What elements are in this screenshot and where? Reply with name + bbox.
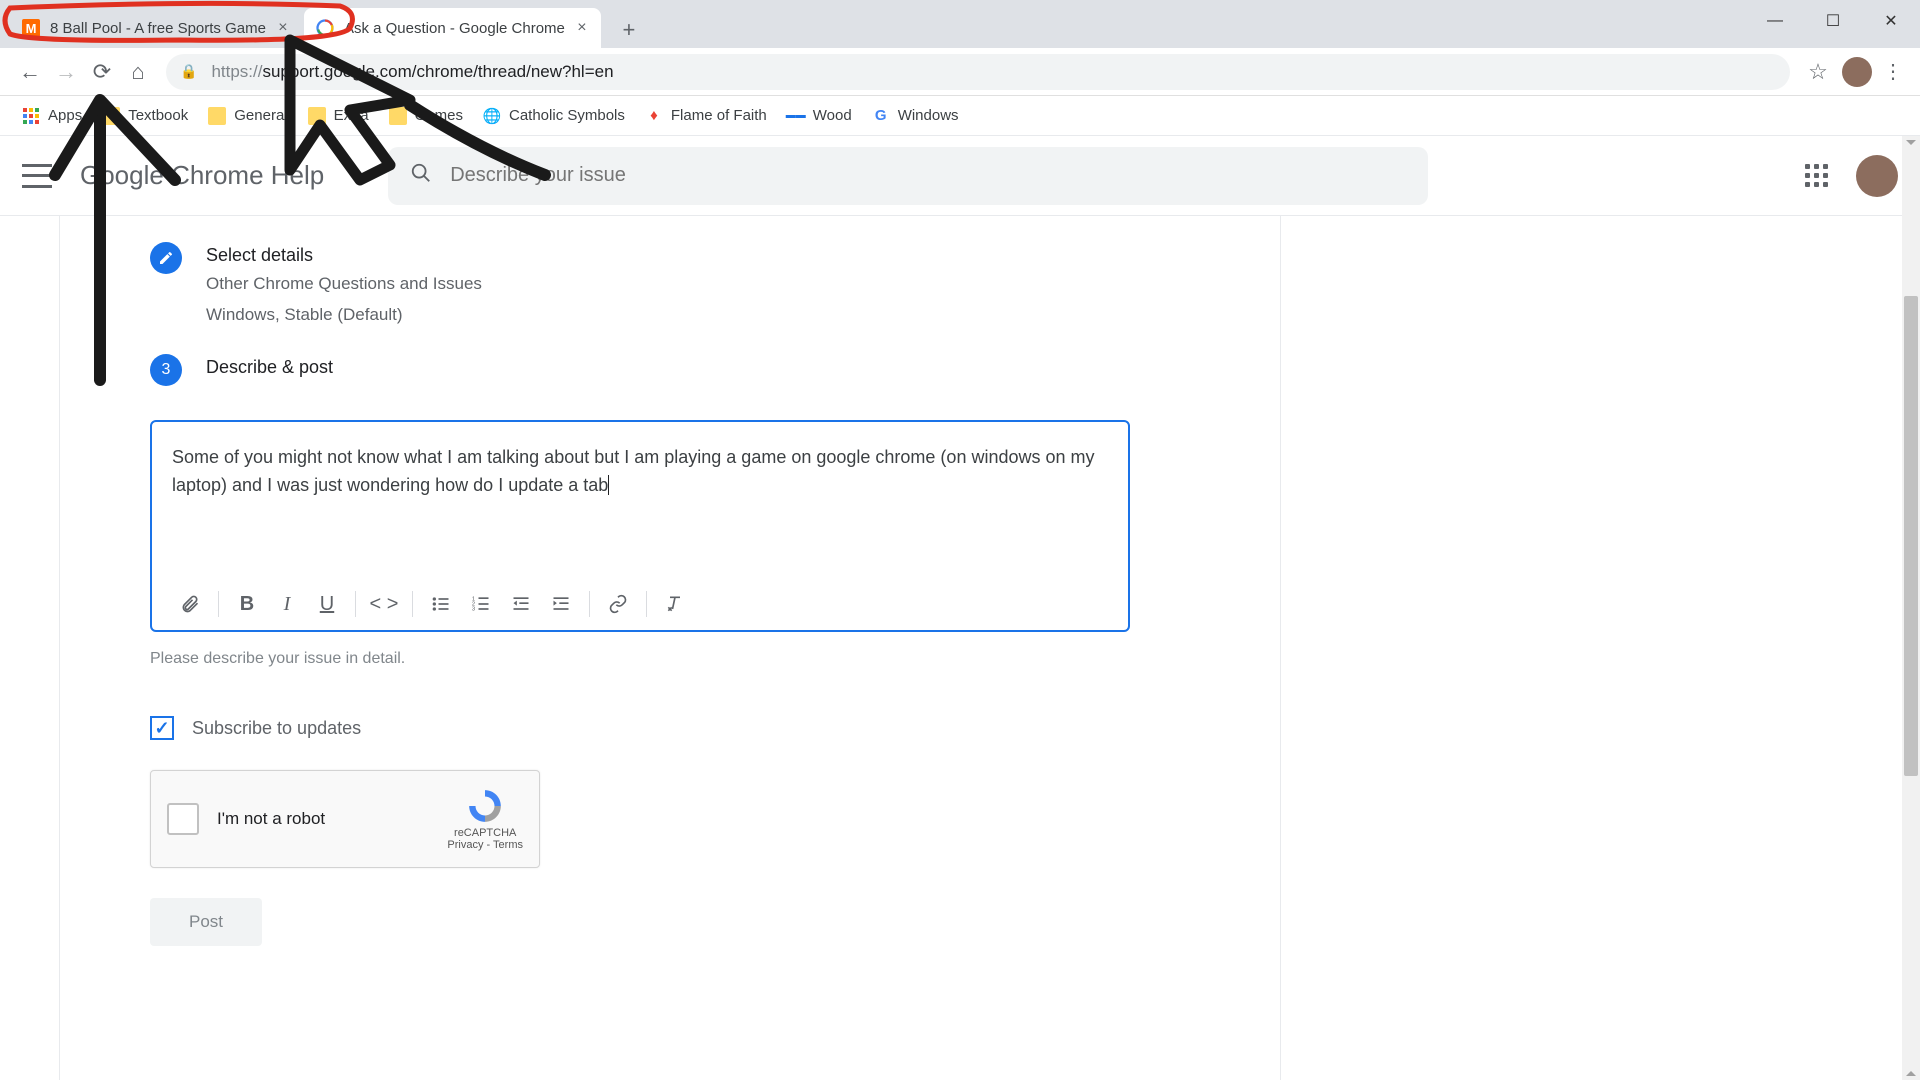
italic-button[interactable]: I <box>269 586 305 622</box>
folder-icon <box>308 107 326 125</box>
underline-button[interactable]: U <box>309 586 345 622</box>
editor-toolbar: B I U < > 123 <box>172 574 1108 622</box>
bookmark-folder[interactable]: General <box>198 100 297 132</box>
vertical-scrollbar[interactable] <box>1902 136 1920 1080</box>
bookmark-folder[interactable]: Extra <box>298 100 379 132</box>
google-g-icon: G <box>872 107 890 125</box>
step-describe: 3 Describe & post <box>150 348 1280 392</box>
bookmark-link[interactable]: ♦Flame of Faith <box>635 100 777 132</box>
favicon-icon <box>316 19 334 37</box>
site-header: Google Chrome Help <box>0 136 1920 216</box>
window-controls: — ☐ ✕ <box>1746 0 1920 42</box>
back-button[interactable]: ← <box>12 54 48 90</box>
browser-tab-strip: M 8 Ball Pool - A free Sports Game × Ask… <box>0 0 1920 48</box>
site-title: Google Chrome Help <box>80 160 324 191</box>
subscribe-row[interactable]: ✓ Subscribe to updates <box>150 716 1280 740</box>
wood-icon: ▬▬ <box>787 107 805 125</box>
bookmark-link[interactable]: 🌐Catholic Symbols <box>473 100 635 132</box>
search-icon <box>410 162 432 190</box>
maximize-button[interactable]: ☐ <box>1804 0 1862 42</box>
numbered-list-button[interactable]: 123 <box>463 586 499 622</box>
bookmark-link[interactable]: GWindows <box>862 100 969 132</box>
clear-format-button[interactable] <box>657 586 693 622</box>
minimize-button[interactable]: — <box>1746 0 1804 42</box>
recaptcha-widget: I'm not a robot reCAPTCHA Privacy - Term… <box>150 770 540 868</box>
recaptcha-checkbox[interactable] <box>167 803 199 835</box>
recaptcha-label: I'm not a robot <box>217 809 447 829</box>
right-rail <box>1280 216 1920 1080</box>
new-tab-button[interactable]: + <box>611 12 647 48</box>
browser-tab-1[interactable]: Ask a Question - Google Chrome × <box>304 8 601 48</box>
help-search-input[interactable] <box>450 164 1406 187</box>
main-column: Select details Other Chrome Questions an… <box>60 216 1280 1080</box>
lock-icon: 🔒 <box>180 63 197 80</box>
close-icon[interactable]: × <box>274 19 292 37</box>
flame-icon: ♦ <box>645 107 663 125</box>
bulleted-list-button[interactable] <box>423 586 459 622</box>
address-bar-row: ← → ⟳ ⌂ 🔒 https://support.google.com/chr… <box>0 48 1920 96</box>
subscribe-label: Subscribe to updates <box>192 718 361 739</box>
hamburger-menu-button[interactable] <box>22 164 52 188</box>
close-icon[interactable]: × <box>573 19 591 37</box>
globe-icon: 🌐 <box>483 107 501 125</box>
scrollbar-thumb[interactable] <box>1904 296 1918 776</box>
tab-title: Ask a Question - Google Chrome <box>344 20 565 37</box>
tab-title: 8 Ball Pool - A free Sports Game <box>50 20 266 37</box>
svg-text:3: 3 <box>472 607 475 613</box>
bookmark-star-button[interactable]: ☆ <box>1800 54 1836 90</box>
bookmark-folder[interactable]: Games <box>379 100 473 132</box>
omnibox[interactable]: 🔒 https://support.google.com/chrome/thre… <box>166 54 1790 90</box>
folder-icon <box>389 107 407 125</box>
attach-button[interactable] <box>172 586 208 622</box>
indent-button[interactable] <box>543 586 579 622</box>
recaptcha-branding: reCAPTCHA Privacy - Terms <box>447 787 523 851</box>
recaptcha-logo-icon <box>447 787 523 825</box>
editor-helper-text: Please describe your issue in detail. <box>150 650 1280 668</box>
browser-tab-0[interactable]: M 8 Ball Pool - A free Sports Game × <box>10 8 302 48</box>
outdent-button[interactable] <box>503 586 539 622</box>
google-apps-button[interactable] <box>1805 164 1828 187</box>
folder-icon <box>208 107 226 125</box>
bookmark-folder[interactable]: Textbook <box>92 100 198 132</box>
close-window-button[interactable]: ✕ <box>1862 0 1920 42</box>
step-select-details[interactable]: Select details Other Chrome Questions an… <box>150 236 1280 334</box>
favicon-icon: M <box>22 19 40 37</box>
reload-button[interactable]: ⟳ <box>84 54 120 90</box>
step-number-badge: 3 <box>150 354 182 386</box>
code-button[interactable]: < > <box>366 586 402 622</box>
forward-button[interactable]: → <box>48 54 84 90</box>
help-search-box[interactable] <box>388 147 1428 205</box>
profile-avatar[interactable] <box>1842 57 1872 87</box>
bookmarks-bar: Apps Textbook General Extra Games 🌐Catho… <box>0 96 1920 136</box>
bookmark-apps[interactable]: Apps <box>12 100 92 132</box>
content-area: Select details Other Chrome Questions an… <box>0 216 1920 1080</box>
bookmark-link[interactable]: ▬▬Wood <box>777 100 862 132</box>
left-rail <box>0 216 60 1080</box>
edit-step-icon <box>150 242 182 274</box>
bold-button[interactable]: B <box>229 586 265 622</box>
step-subtitle: Other Chrome Questions and Issues <box>206 270 482 297</box>
account-avatar[interactable] <box>1856 155 1898 197</box>
subscribe-checkbox[interactable]: ✓ <box>150 716 174 740</box>
editor-textarea[interactable]: Some of you might not know what I am tal… <box>172 444 1108 574</box>
chrome-menu-button[interactable]: ⋮ <box>1878 57 1908 87</box>
step-title: Describe & post <box>206 357 333 378</box>
folder-icon <box>102 107 120 125</box>
link-button[interactable] <box>600 586 636 622</box>
apps-icon <box>22 107 40 125</box>
post-button[interactable]: Post <box>150 898 262 946</box>
home-button[interactable]: ⌂ <box>120 54 156 90</box>
step-title: Select details <box>206 245 482 266</box>
description-editor[interactable]: Some of you might not know what I am tal… <box>150 420 1130 632</box>
step-subtitle: Windows, Stable (Default) <box>206 301 482 328</box>
